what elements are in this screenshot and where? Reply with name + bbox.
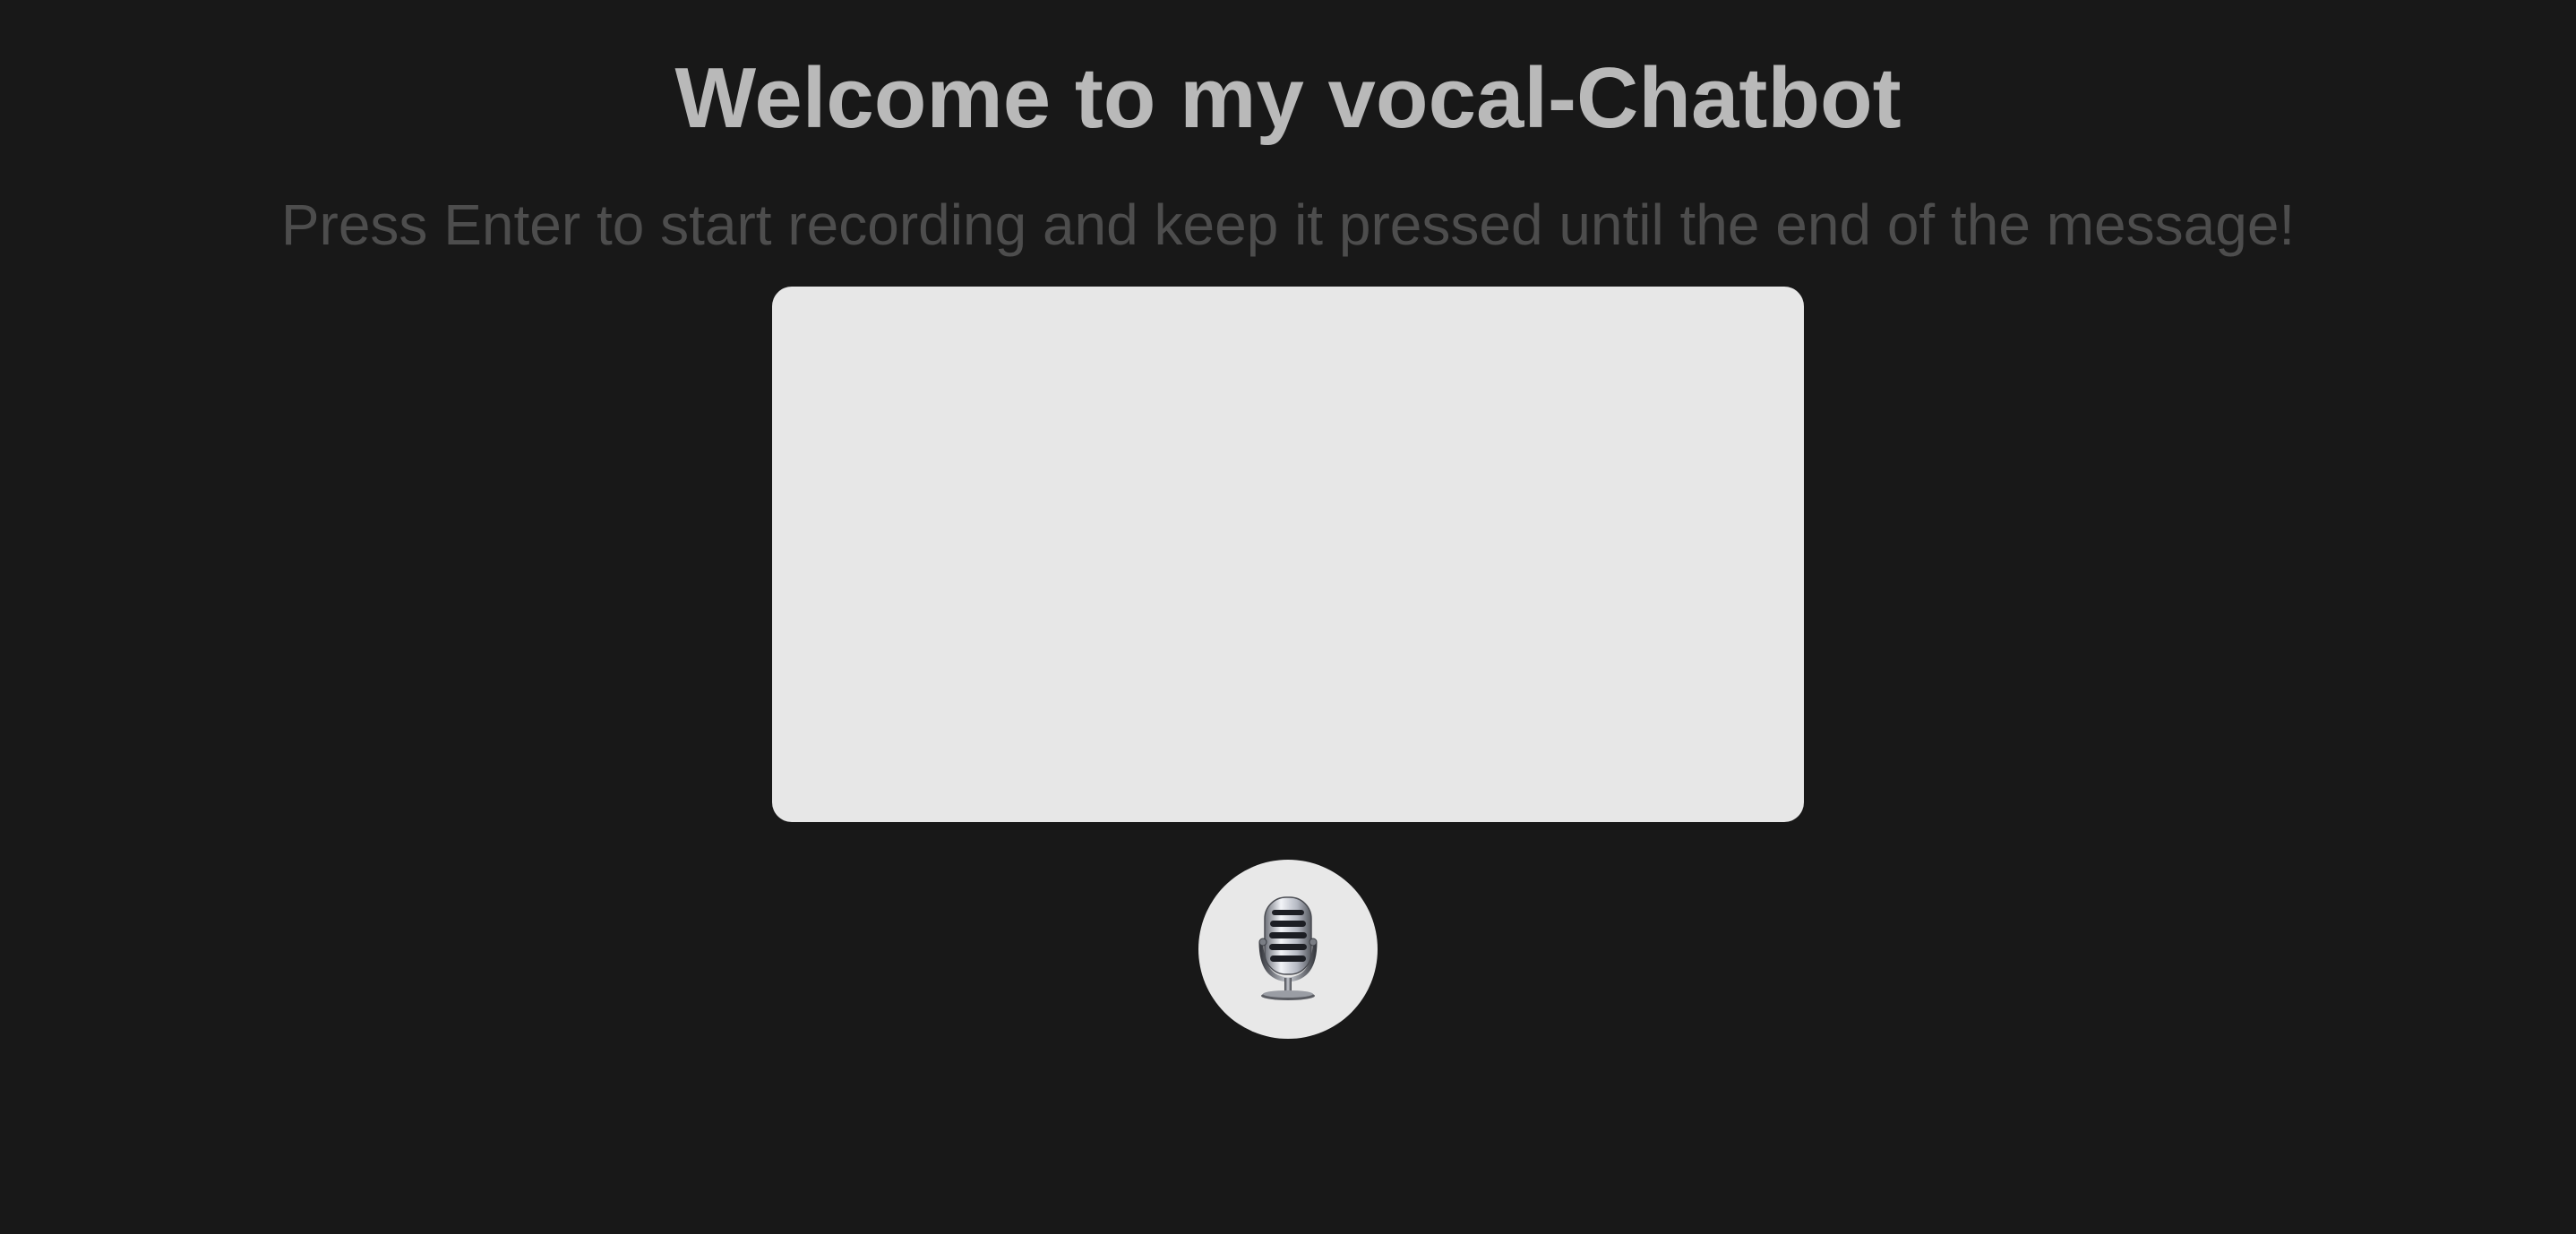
instructions-text: Press Enter to start recording and keep … bbox=[280, 193, 2296, 257]
microphone-icon bbox=[1258, 896, 1318, 1000]
chatbot-page: Welcome to my vocal-Chatbot Press Enter … bbox=[0, 0, 2576, 1234]
page-title: Welcome to my vocal-Chatbot bbox=[674, 50, 1902, 146]
record-button[interactable] bbox=[1198, 860, 1378, 1039]
chat-display-box[interactable] bbox=[772, 287, 1804, 822]
